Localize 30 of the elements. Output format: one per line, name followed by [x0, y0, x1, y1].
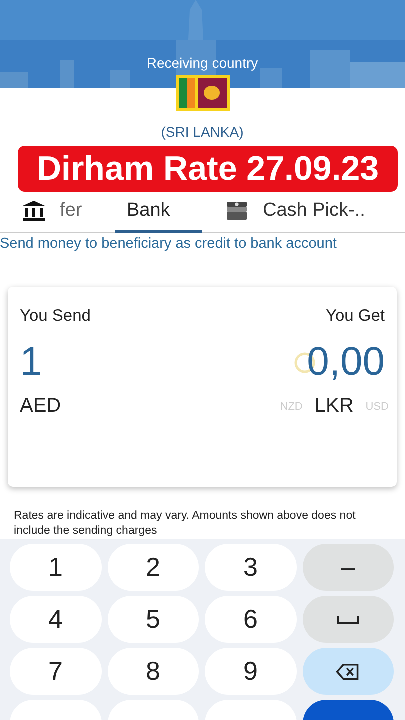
cash-stack-icon [225, 200, 249, 222]
get-amount-field[interactable]: 0,00 [307, 340, 385, 385]
backspace-key[interactable] [302, 648, 394, 695]
digit-key[interactable]: 7 [10, 648, 102, 695]
digit-key[interactable]: 6 [205, 596, 296, 643]
disclaimer-text: Rates are indicative and may vary. Amounts shown above does not include the sending charges [13, 509, 357, 539]
country-name: (SRI LANKA) [161, 124, 244, 140]
flag-icon [176, 75, 230, 111]
minus-key[interactable]: – [302, 544, 394, 591]
backspace-icon [336, 664, 360, 680]
digit-key[interactable]: 3 [205, 544, 296, 591]
digit-key[interactable]: 8 [108, 648, 199, 695]
digit-key[interactable]: 2 [108, 544, 199, 591]
description-text: Send money to beneficiary as credit to bank account [0, 236, 338, 252]
currency-option[interactable]: LKR [314, 395, 354, 418]
you-get-label: You Get [326, 307, 385, 326]
receiving-country-label: Receiving country [146, 55, 258, 71]
send-amount-field[interactable]: 1 [20, 340, 42, 385]
tab[interactable]: Bank [115, 192, 202, 233]
tab[interactable]: fer [0, 192, 115, 233]
rate-banner: Dirham Rate 27.09.23 [18, 146, 398, 192]
digit-key[interactable]: 4 [10, 596, 102, 643]
bank-icon [22, 200, 46, 222]
send-currency[interactable]: AED [20, 395, 62, 418]
space-key[interactable] [302, 596, 394, 643]
digit-key[interactable]: 1 [10, 544, 102, 591]
digit-key[interactable]: 5 [108, 596, 199, 643]
you-send-label: You Send [20, 307, 91, 326]
digit-key[interactable]: 9 [205, 648, 296, 695]
tab[interactable]: Cash Pick-.. [202, 192, 405, 233]
